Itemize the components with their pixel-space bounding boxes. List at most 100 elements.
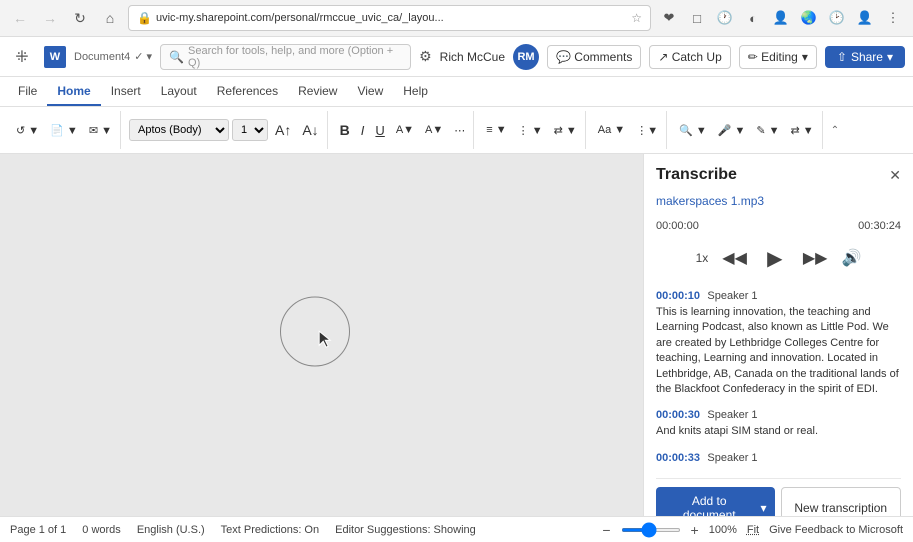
fit-button[interactable]: Fit — [747, 524, 759, 536]
user-name-label: Rich McCue — [440, 50, 505, 64]
history-icon[interactable]: 🕐 — [713, 6, 737, 30]
volume-button[interactable]: 🔊 — [841, 248, 861, 268]
ribbon-content: ↺ ▼ 📄 ▼ ✉ ▼ Aptos (Body) 12 A↑ A↓ B I U … — [0, 107, 913, 153]
timer-icon[interactable]: 🕑 — [825, 6, 849, 30]
add-doc-chevron: ▾ — [760, 501, 766, 515]
text-predictions-label[interactable]: Text Predictions: On — [221, 524, 319, 536]
feedback-label[interactable]: Give Feedback to Microsoft — [769, 524, 903, 536]
home-button[interactable]: ⌂ — [98, 6, 122, 30]
extension-icon[interactable]: ◐ — [741, 6, 765, 30]
tab-references[interactable]: References — [207, 77, 288, 106]
formatting-group: B I U A▼ A▼ ⋯ — [332, 111, 475, 149]
zoom-slider[interactable] — [621, 528, 681, 532]
zoom-percent-label[interactable]: 100% — [709, 524, 737, 536]
doc-title-text: Document4 — [74, 51, 130, 63]
word-count: 0 words — [82, 524, 121, 536]
panel-title: Transcribe — [656, 166, 737, 184]
entry-3-time[interactable]: 00:00:33 — [656, 452, 700, 464]
bookmark-icon[interactable]: ☆ — [631, 11, 642, 25]
zoom-in-button[interactable]: + — [691, 522, 699, 538]
forward-button[interactable]: → — [38, 6, 62, 30]
editing-button[interactable]: ✏ Editing ▾ — [739, 45, 817, 69]
doc-title: Document4 ✓ ▾ — [74, 50, 152, 63]
italic-button[interactable]: I — [357, 121, 369, 140]
tab-review[interactable]: Review — [288, 77, 347, 106]
catchup-button[interactable]: ↗ Catch Up — [649, 45, 730, 69]
find-button[interactable]: 🔍 ▼ — [675, 122, 711, 139]
tab-home[interactable]: Home — [47, 77, 100, 106]
font-increase-button[interactable]: A↑ — [271, 120, 295, 140]
comments-button[interactable]: 💬 Comments — [547, 45, 641, 69]
address-bar[interactable]: 🔒 uvic-my.sharepoint.com/personal/rmccue… — [128, 5, 651, 31]
language-label[interactable]: English (U.S.) — [137, 524, 205, 536]
close-panel-button[interactable]: ✕ — [889, 167, 901, 184]
new-transcription-button[interactable]: New transcription — [781, 487, 902, 516]
skip-forward-button[interactable]: ▶▶ — [803, 248, 828, 268]
page-count: Page 1 of 1 — [10, 524, 66, 536]
numbering-button[interactable]: ⋮ ▼ — [514, 122, 547, 139]
share-button[interactable]: ⇧ Share ▾ — [825, 46, 905, 68]
doc-title-suffix[interactable]: ✓ ▾ — [134, 50, 152, 63]
styles-button[interactable]: Aa ▼ — [594, 122, 629, 138]
clipboard-button[interactable]: 📄 ▼ — [46, 122, 82, 139]
playback-speed-button[interactable]: 1x — [696, 251, 709, 265]
font-family-select[interactable]: Aptos (Body) — [129, 119, 229, 141]
time-display: 00:00:00 00:30:24 — [656, 220, 901, 232]
app-grid-button[interactable]: ⁜ — [8, 43, 36, 71]
font-size-select[interactable]: 12 — [232, 119, 268, 141]
profile-icon[interactable]: 👤 — [853, 6, 877, 30]
search-bar[interactable]: 🔍 Search for tools, help, and more (Opti… — [160, 44, 411, 70]
sync-icon[interactable]: 👤 — [769, 6, 793, 30]
entry-2-time[interactable]: 00:00:30 — [656, 409, 700, 421]
word-icon: W — [44, 46, 66, 68]
skip-back-button[interactable]: ◀◀ — [722, 248, 747, 268]
more-format-button[interactable]: ⋯ — [450, 122, 469, 139]
reload-button[interactable]: ↻ — [68, 6, 92, 30]
file-link[interactable]: makerspaces 1.mp3 — [656, 194, 901, 208]
highlight-button[interactable]: A▼ — [392, 122, 418, 138]
font-decrease-button[interactable]: A↓ — [298, 120, 322, 140]
settings-icon[interactable]: ⚙ — [419, 48, 432, 65]
ribbon-collapse-button[interactable]: ⌃ — [827, 123, 843, 138]
bullet-list-button[interactable]: ≡ ▼ — [482, 122, 510, 138]
tab-layout[interactable]: Layout — [151, 77, 207, 106]
search-placeholder: Search for tools, help, and more (Option… — [188, 45, 402, 69]
transcript-entry-2: 00:00:30 Speaker 1 And knits atapi SIM s… — [656, 407, 901, 439]
main-area: Transcribe ✕ makerspaces 1.mp3 00:00:00 … — [0, 154, 913, 516]
cursor-circle — [280, 297, 350, 367]
font-color-button[interactable]: A▼ — [421, 122, 447, 138]
back-button[interactable]: ← — [8, 6, 32, 30]
zoom-out-button[interactable]: − — [602, 522, 610, 538]
time-total: 00:30:24 — [858, 220, 901, 232]
underline-button[interactable]: U — [371, 121, 388, 140]
reuse-button[interactable]: ⇄ ▼ — [787, 122, 818, 139]
user-avatar[interactable]: RM — [513, 44, 539, 70]
undo-button[interactable]: ↺ ▼ — [12, 122, 43, 139]
alignment-button[interactable]: ⇄ ▼ — [550, 122, 581, 139]
shield-icon[interactable]: 🌏 — [797, 6, 821, 30]
style-pane-button[interactable]: ⋮▼ — [632, 122, 662, 139]
cursor-arrow — [317, 329, 333, 352]
editor-button[interactable]: ✎ ▼ — [752, 122, 783, 139]
panel-footer: Add to document ▾ New transcription — [656, 478, 901, 516]
voice-button[interactable]: 🎤 ▼ — [714, 122, 750, 139]
paste-button[interactable]: ✉ ▼ — [85, 122, 116, 139]
lock-icon: 🔒 — [137, 11, 152, 25]
entry-2-text: And knits atapi SIM stand or real. — [656, 424, 901, 439]
add-doc-label: Add to document — [664, 494, 754, 516]
tab-view[interactable]: View — [347, 77, 393, 106]
menu-icon[interactable]: ⋮ — [881, 6, 905, 30]
editor-suggestions-label[interactable]: Editor Suggestions: Showing — [335, 524, 476, 536]
tab-file[interactable]: File — [8, 77, 47, 106]
tab-insert[interactable]: Insert — [101, 77, 151, 106]
bold-button[interactable]: B — [336, 120, 354, 140]
play-button[interactable]: ▶ — [761, 244, 789, 272]
time-current: 00:00:00 — [656, 220, 699, 232]
add-to-document-button[interactable]: Add to document ▾ — [656, 487, 775, 516]
share-chevron: ▾ — [887, 50, 893, 64]
screenshot-icon[interactable]: □ — [685, 6, 709, 30]
entry-1-time[interactable]: 00:00:10 — [656, 290, 700, 302]
tab-help[interactable]: Help — [393, 77, 438, 106]
pocket-icon[interactable]: ❤ — [657, 6, 681, 30]
ribbon: File Home Insert Layout References Revie… — [0, 77, 913, 154]
